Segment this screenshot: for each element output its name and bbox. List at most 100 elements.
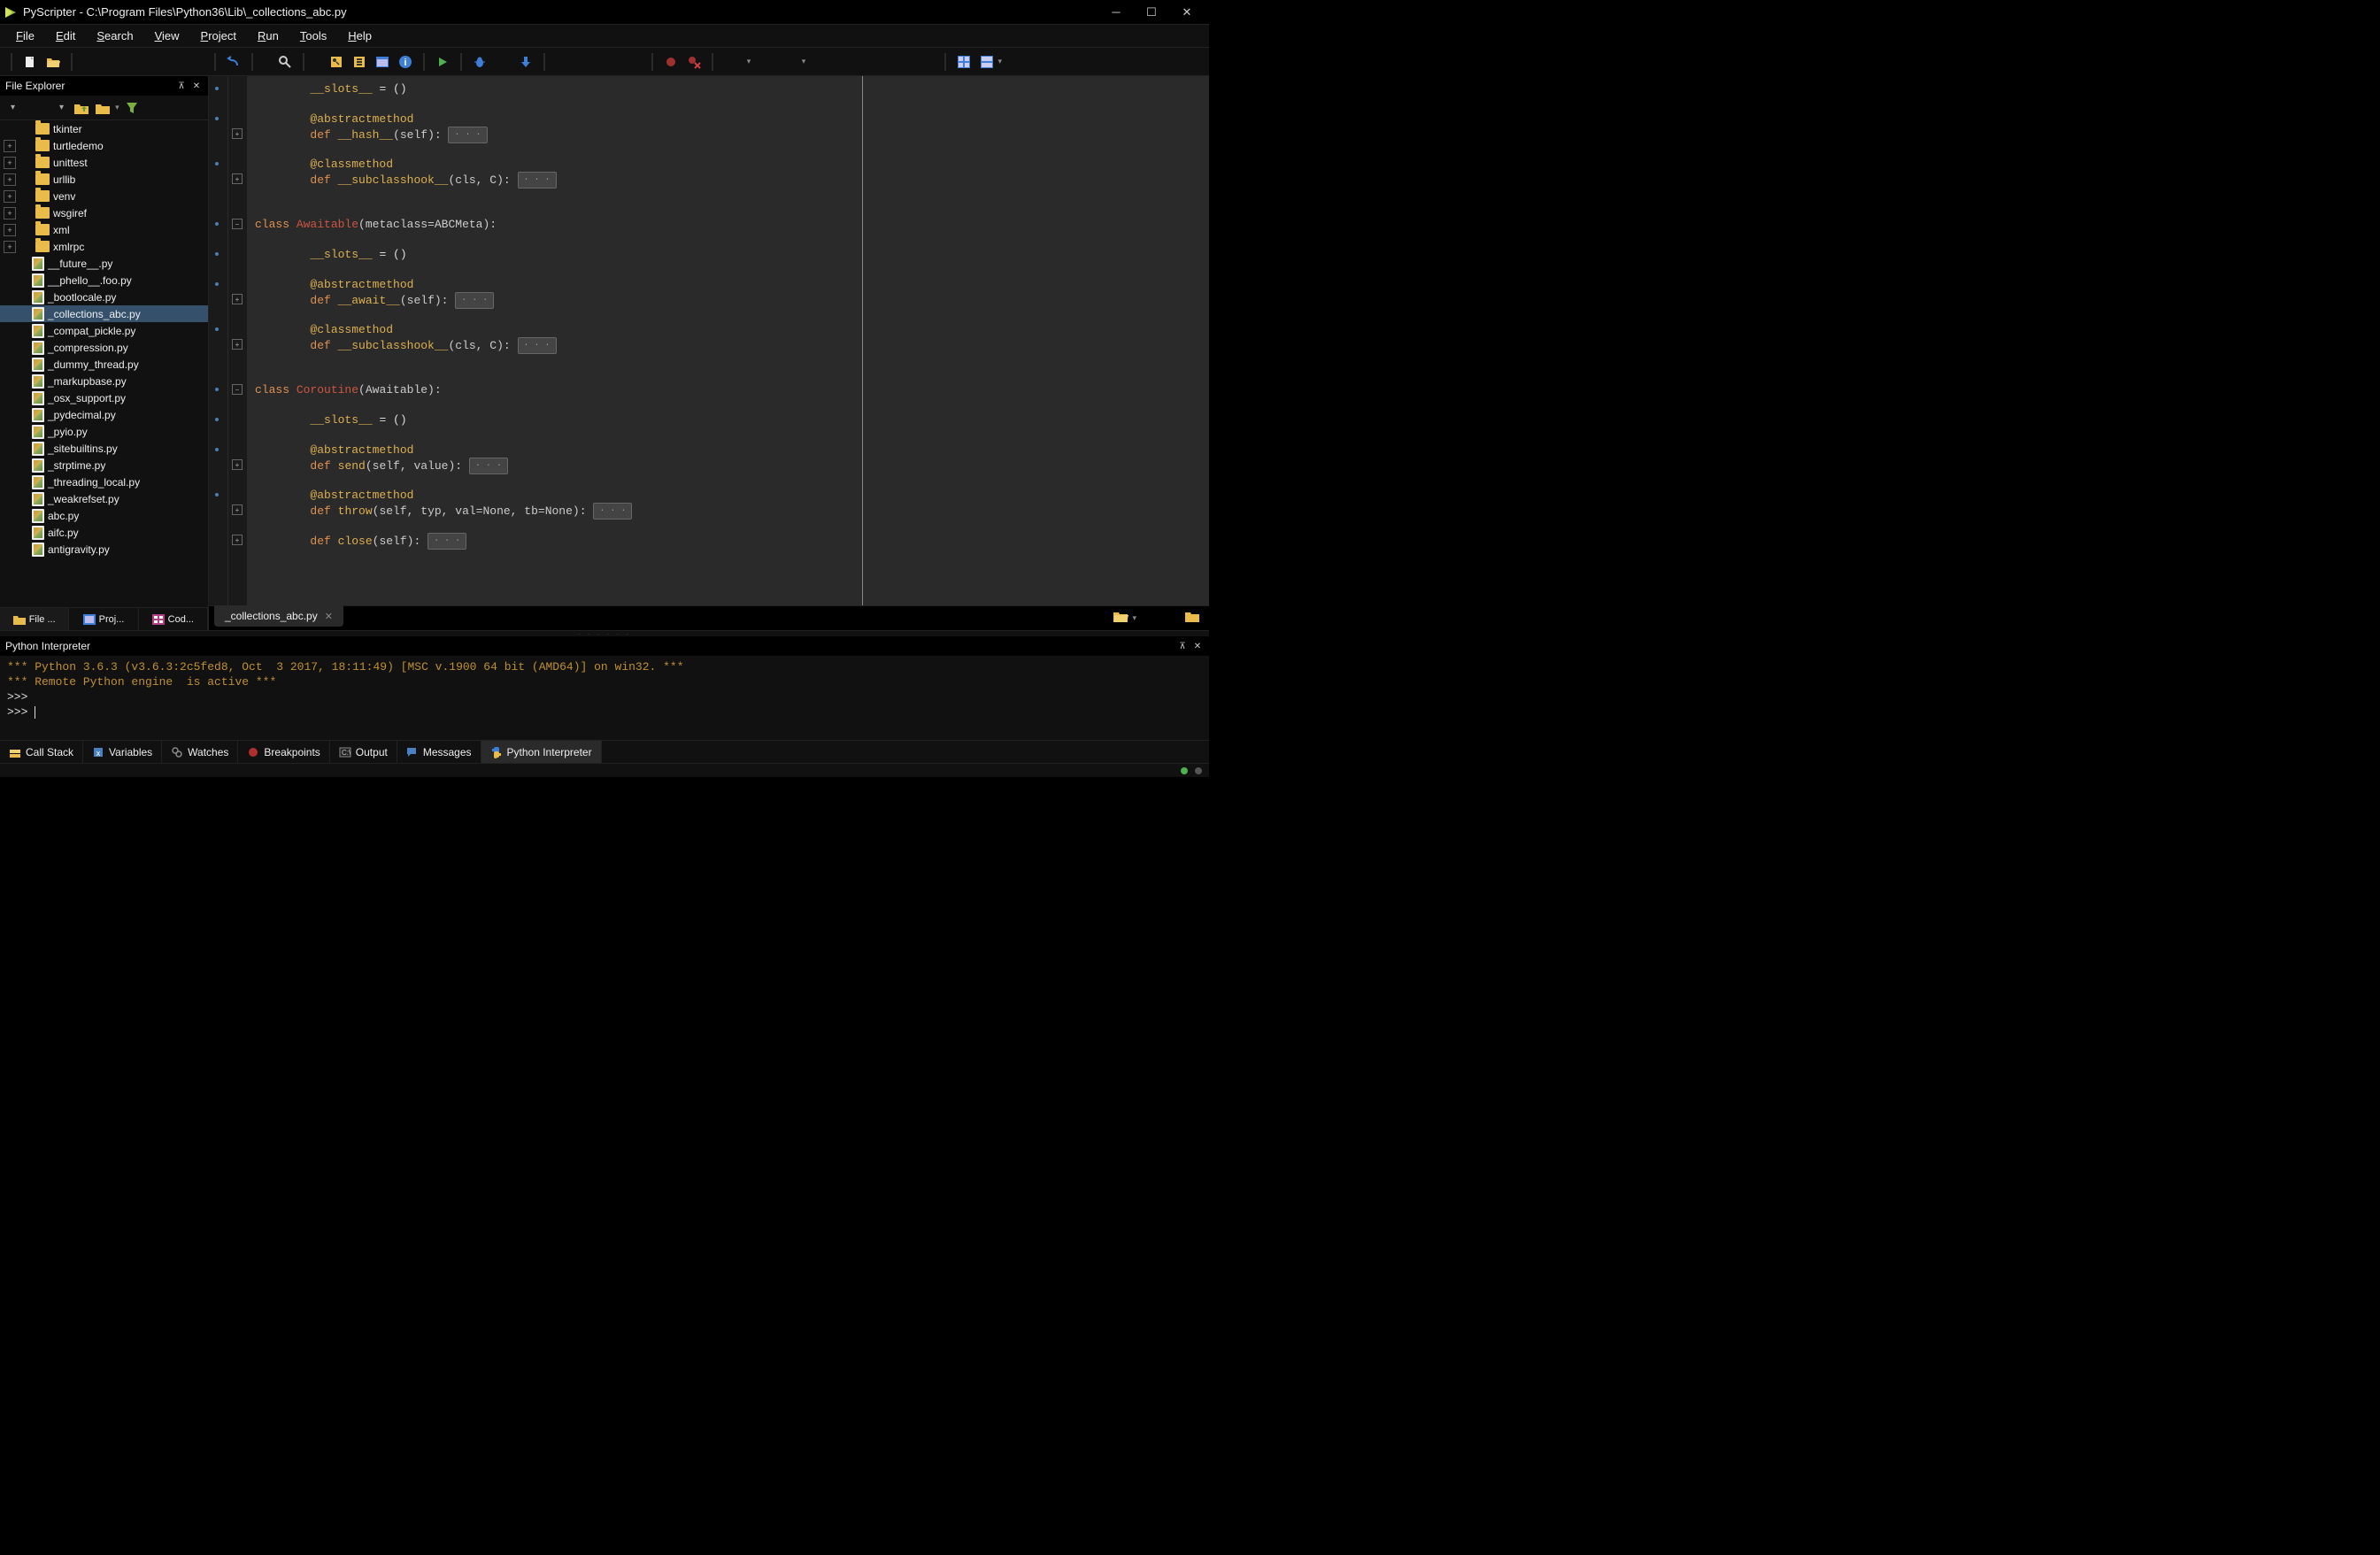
pin-icon[interactable]: ⊼ <box>175 80 188 92</box>
expand-icon[interactable]: + <box>4 140 16 152</box>
dropdown-2[interactable]: ▾ <box>795 53 813 71</box>
fold-badge-icon[interactable]: · · · <box>593 503 632 520</box>
tree-file[interactable]: _pydecimal.py <box>0 406 208 423</box>
fold-badge-icon[interactable]: · · · <box>427 533 466 550</box>
fold-toggle-icon[interactable]: + <box>232 128 243 139</box>
fold-toggle-icon[interactable]: + <box>232 504 243 515</box>
expand-icon[interactable]: + <box>4 190 16 203</box>
tree-file[interactable]: _strptime.py <box>0 457 208 473</box>
fold-badge-icon[interactable]: · · · <box>455 292 494 309</box>
menu-search[interactable]: Search <box>88 27 142 45</box>
arrow-down-button[interactable] <box>517 53 535 71</box>
tree-file[interactable]: _pyio.py <box>0 423 208 440</box>
abort-button[interactable] <box>685 53 703 71</box>
minimize-button[interactable]: ─ <box>1108 4 1124 20</box>
bottom-tab-output[interactable]: C:\Output <box>330 741 397 763</box>
tree-file[interactable]: __future__.py <box>0 255 208 272</box>
tree-folder[interactable]: +venv <box>0 188 208 204</box>
fold-toggle-icon[interactable]: + <box>232 294 243 304</box>
fold-toggle-icon[interactable]: − <box>232 384 243 395</box>
file-tree[interactable]: tkinter+turtledemo+unittest+urllib+venv+… <box>0 120 208 607</box>
folder-dropdown-button[interactable] <box>94 99 112 117</box>
tree-file[interactable]: _threading_local.py <box>0 473 208 490</box>
open-file-button[interactable] <box>44 53 62 71</box>
expand-icon[interactable]: + <box>4 157 16 169</box>
bottom-tab-watches[interactable]: Watches <box>162 741 238 763</box>
run-button[interactable] <box>434 53 451 71</box>
bottom-tab-variables[interactable]: xVariables <box>83 741 162 763</box>
search-button[interactable] <box>276 53 294 71</box>
tree-file[interactable]: _sitebuiltins.py <box>0 440 208 457</box>
fold-toggle-icon[interactable]: + <box>232 339 243 350</box>
path-dropdown-2[interactable]: ▾ <box>54 101 69 114</box>
path-dropdown[interactable]: ▾ <box>5 101 20 114</box>
tab-open-folder-button[interactable] <box>1113 610 1128 626</box>
menu-run[interactable]: Run <box>249 27 288 45</box>
new-file-button[interactable] <box>21 53 39 71</box>
menu-project[interactable]: Project <box>192 27 245 45</box>
layout-grid-button[interactable] <box>955 53 973 71</box>
debug-button[interactable] <box>471 53 489 71</box>
menu-tools[interactable]: Tools <box>291 27 335 45</box>
editor-gutter-markers[interactable] <box>209 76 228 605</box>
pin-icon[interactable]: ⊼ <box>1176 640 1189 652</box>
fold-toggle-icon[interactable]: − <box>232 219 243 229</box>
tree-folder[interactable]: +turtledemo <box>0 137 208 154</box>
filter-button[interactable] <box>123 99 141 117</box>
menu-file[interactable]: File <box>7 27 43 45</box>
tree-file[interactable]: __phello__.foo.py <box>0 272 208 289</box>
tree-file[interactable]: _markupbase.py <box>0 373 208 389</box>
tree-file[interactable]: _collections_abc.py <box>0 305 208 322</box>
panel-close-icon[interactable]: ✕ <box>1191 640 1204 652</box>
left-tab[interactable]: File ... <box>0 608 69 630</box>
tree-folder[interactable]: +unittest <box>0 154 208 171</box>
tree-folder[interactable]: +xml <box>0 221 208 238</box>
bottom-tab-messages[interactable]: Messages <box>397 741 481 763</box>
menu-edit[interactable]: Edit <box>47 27 84 45</box>
bottom-tab-python-interpreter[interactable]: Python Interpreter <box>481 741 602 763</box>
bottom-tab-call-stack[interactable]: Call Stack <box>0 741 83 763</box>
tree-file[interactable]: _weakrefset.py <box>0 490 208 507</box>
bottom-tab-breakpoints[interactable]: Breakpoints <box>238 741 329 763</box>
interpreter-output[interactable]: *** Python 3.6.3 (v3.6.3:2c5fed8, Oct 3 … <box>0 656 1209 740</box>
code-editor[interactable]: __slots__ = () @abstractmethod def __has… <box>248 76 1209 605</box>
tree-file[interactable]: aifc.py <box>0 524 208 541</box>
panel-close-icon[interactable]: ✕ <box>190 80 203 92</box>
editor-gutter-fold[interactable]: + + − + + − + + + <box>228 76 248 605</box>
tree-file[interactable]: _compression.py <box>0 339 208 356</box>
tree-file[interactable]: abc.py <box>0 507 208 524</box>
tree-folder[interactable]: +wsgiref <box>0 204 208 221</box>
window-button[interactable] <box>374 53 391 71</box>
syntax-check-button[interactable] <box>327 53 345 71</box>
left-tab[interactable]: Cod... <box>139 608 208 630</box>
fold-badge-icon[interactable]: · · · <box>518 337 557 354</box>
module-button[interactable] <box>350 53 368 71</box>
editor-tab[interactable]: _collections_abc.py ✕ <box>214 605 343 627</box>
layout-split-button[interactable] <box>978 53 996 71</box>
dropdown-1[interactable]: ▾ <box>740 53 758 71</box>
left-tab[interactable]: Proj... <box>69 608 138 630</box>
tree-folder[interactable]: +urllib <box>0 171 208 188</box>
tree-file[interactable]: _dummy_thread.py <box>0 356 208 373</box>
fold-toggle-icon[interactable]: + <box>232 535 243 545</box>
fold-toggle-icon[interactable]: + <box>232 459 243 470</box>
tree-file[interactable]: _compat_pickle.py <box>0 322 208 339</box>
expand-icon[interactable]: + <box>4 224 16 236</box>
close-button[interactable]: ✕ <box>1179 4 1195 20</box>
maximize-button[interactable]: ☐ <box>1144 4 1159 20</box>
expand-icon[interactable]: + <box>4 207 16 219</box>
fold-badge-icon[interactable]: · · · <box>448 127 487 143</box>
tree-file[interactable]: _osx_support.py <box>0 389 208 406</box>
info-button[interactable]: i <box>397 53 414 71</box>
fold-toggle-icon[interactable]: + <box>232 173 243 184</box>
tree-file[interactable]: antigravity.py <box>0 541 208 558</box>
tab-folder-button[interactable] <box>1184 610 1200 626</box>
tree-folder[interactable]: tkinter <box>0 120 208 137</box>
expand-icon[interactable]: + <box>4 241 16 253</box>
fold-badge-icon[interactable]: · · · <box>518 172 557 189</box>
expand-icon[interactable]: + <box>4 173 16 186</box>
undo-button[interactable] <box>225 53 243 71</box>
tree-folder[interactable]: +xmlrpc <box>0 238 208 255</box>
tree-file[interactable]: _bootlocale.py <box>0 289 208 305</box>
tab-close-icon[interactable]: ✕ <box>325 611 333 622</box>
